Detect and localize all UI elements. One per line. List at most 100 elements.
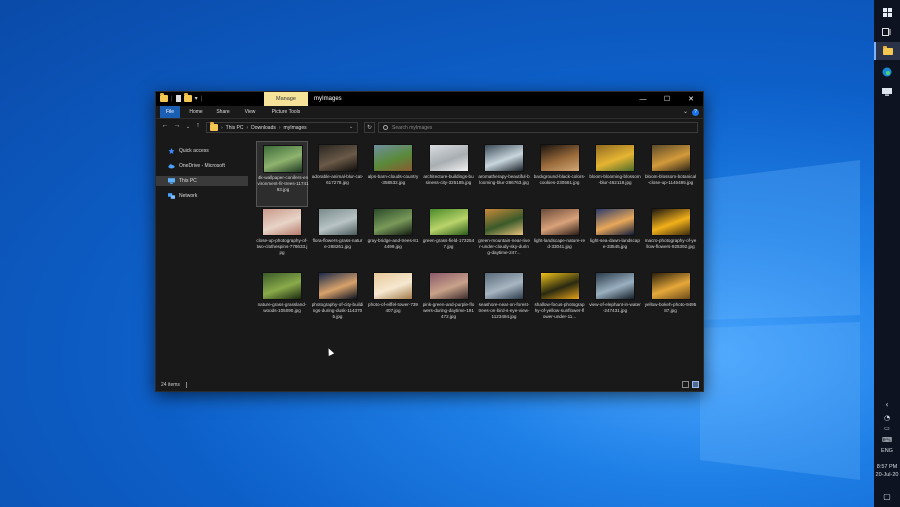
- file-item[interactable]: photography-of-city-buildings-during-dus…: [312, 269, 364, 335]
- breadcrumb-separator: ›: [278, 124, 281, 131]
- image-thumbnail: [373, 208, 413, 236]
- title-bar[interactable]: | ▾ | Manage myImages — ☐ ✕: [156, 92, 703, 106]
- clock-time[interactable]: 8:57 PM: [874, 464, 900, 471]
- file-name: green-mountain-near-river-under-cloudy-s…: [478, 238, 530, 255]
- task-view-icon[interactable]: [874, 22, 900, 42]
- back-icon[interactable]: ←: [160, 122, 170, 129]
- language-indicator[interactable]: ENG: [874, 448, 900, 455]
- refresh-icon[interactable]: ↻: [364, 122, 375, 133]
- address-dropdown-icon[interactable]: ⌄: [349, 124, 353, 130]
- image-thumbnail: [484, 272, 524, 300]
- file-item[interactable]: bloom-blooming-blossom-blur-462118.jpg: [589, 141, 641, 207]
- image-thumbnail: [539, 144, 580, 172]
- file-item[interactable]: background-black-colors-cookies-230581.j…: [534, 141, 586, 207]
- nav-item-this-pc[interactable]: This PC: [156, 176, 248, 186]
- notifications-icon[interactable]: ▢: [874, 486, 900, 506]
- keyboard-icon[interactable]: ⌨: [874, 430, 900, 450]
- image-thumbnail: [650, 144, 691, 172]
- file-item[interactable]: 4k-wallpaper-conifers-environment-fir-tr…: [256, 141, 309, 207]
- file-name: pink-green-and-purple-flowers-during-day…: [422, 302, 475, 319]
- minimize-icon[interactable]: —: [631, 92, 655, 106]
- file-item[interactable]: shallow-focus-photography-of-yellow-sunf…: [534, 269, 586, 335]
- file-item[interactable]: light-sea-dawn-landscape-33545.jpg: [589, 205, 641, 271]
- file-item[interactable]: adorable-animal-blur-cat-617278.jpg: [312, 141, 364, 207]
- edge-icon[interactable]: [874, 62, 900, 82]
- breadcrumb-separator: ›: [221, 124, 223, 131]
- separator: |: [171, 95, 173, 102]
- file-name: green-grass-field-1732547.jpg: [422, 238, 475, 249]
- recent-locations-icon[interactable]: ⌄: [183, 124, 193, 130]
- separator: |: [200, 95, 203, 102]
- file-item[interactable]: seashore-near-on-forest-trees-on-bird-s-…: [478, 269, 530, 335]
- file-item[interactable]: bloom-blossom-botanical-close-up-1146485…: [645, 141, 697, 207]
- large-icons-view-icon[interactable]: [692, 381, 699, 388]
- file-item[interactable]: photo-of-eiffel-tower-739407.jpg: [367, 269, 419, 335]
- nav-item-network[interactable]: Network: [156, 191, 248, 201]
- file-item[interactable]: architecture-buildings-business-city-325…: [423, 141, 475, 207]
- monitor-icon[interactable]: [874, 82, 900, 102]
- search-input[interactable]: [392, 124, 592, 131]
- file-name: adorable-animal-blur-cat-617278.jpg: [311, 174, 364, 185]
- forward-icon[interactable]: →: [172, 122, 182, 129]
- file-item[interactable]: alps-barn-clouds-country-358532.jpg: [367, 141, 419, 207]
- file-explorer-icon[interactable]: [874, 42, 900, 60]
- image-thumbnail: [595, 144, 635, 172]
- file-item[interactable]: yellow-bokeh-photo-949587.jpg: [645, 269, 697, 335]
- up-icon[interactable]: ↑: [193, 122, 203, 129]
- file-item[interactable]: green-mountain-near-river-under-cloudy-s…: [478, 205, 530, 271]
- file-name: seashore-near-on-forest-trees-on-bird-s-…: [478, 302, 530, 319]
- breadcrumb-myimages[interactable]: myImages: [284, 125, 307, 131]
- nav-item-onedrive[interactable]: OneDrive - Microsoft: [156, 161, 248, 171]
- breadcrumb-downloads[interactable]: Downloads: [251, 125, 276, 131]
- file-name: yellow-bokeh-photo-949587.jpg: [644, 302, 697, 313]
- maximize-icon[interactable]: ☐: [655, 92, 679, 106]
- address-bar[interactable]: › This PC › Downloads › myImages: [206, 122, 358, 133]
- file-name: architecture-buildings-business-city-325…: [423, 174, 474, 185]
- new-folder-icon[interactable]: [183, 93, 192, 102]
- close-icon[interactable]: ✕: [679, 92, 703, 106]
- tab-file[interactable]: File: [160, 106, 180, 118]
- search-box[interactable]: [378, 122, 698, 133]
- manage-tab[interactable]: Manage: [264, 92, 308, 106]
- file-explorer-window[interactable]: | ▾ | Manage myImages — ☐ ✕ File Home Sh…: [155, 91, 704, 392]
- nav-label: Network: [179, 193, 198, 199]
- nav-label: Quick access: [179, 148, 209, 154]
- clock-date[interactable]: 20-Jul-20: [874, 472, 900, 479]
- image-thumbnail: [428, 144, 469, 172]
- image-thumbnail: [484, 144, 524, 172]
- file-item[interactable]: view-of-elephant-in-water-247431.jpg: [589, 269, 641, 335]
- details-view-icon[interactable]: [682, 381, 689, 388]
- ribbon-right: ⌄ ?: [683, 108, 699, 116]
- file-name: nature-grass-grassland-woods-105090.jpg: [257, 302, 307, 313]
- file-item[interactable]: gray-bridge-and-trees-814499.jpg: [367, 205, 419, 271]
- tab-share[interactable]: Share: [212, 106, 234, 118]
- breadcrumb-separator: ›: [246, 124, 249, 131]
- file-item[interactable]: close-up-photography-of-two-clothespins-…: [256, 205, 308, 271]
- file-grid: 4k-wallpaper-conifers-environment-fir-tr…: [252, 138, 700, 380]
- pc-icon: [168, 178, 175, 184]
- file-item[interactable]: nature-grass-grassland-woods-105090.jpg: [256, 269, 308, 335]
- nav-item-quick-access[interactable]: Quick access: [156, 146, 248, 156]
- expand-ribbon-icon[interactable]: ⌄: [683, 108, 688, 116]
- image-thumbnail: [262, 272, 302, 300]
- image-thumbnail: [595, 272, 635, 300]
- file-item[interactable]: green-grass-field-1732547.jpg: [423, 205, 475, 271]
- file-item[interactable]: pink-green-and-purple-flowers-during-day…: [423, 269, 475, 335]
- image-thumbnail: [317, 208, 358, 236]
- tab-home[interactable]: Home: [186, 106, 206, 118]
- windows-start-icon[interactable]: [874, 2, 900, 22]
- tab-picture-tools[interactable]: Picture Tools: [264, 106, 308, 118]
- address-row: ← → ⌄ ↑ › This PC › Downloads › myImages…: [156, 119, 703, 137]
- tab-view[interactable]: View: [240, 106, 260, 118]
- breadcrumb-this-pc[interactable]: This PC: [226, 125, 244, 131]
- file-item[interactable]: macro-photography-of-yellow-flowers-9253…: [645, 205, 697, 271]
- file-item[interactable]: flora-flowers-grass-nature-268261.jpg: [312, 205, 364, 271]
- help-icon[interactable]: ?: [692, 108, 699, 116]
- file-item[interactable]: aromatherapy-beautiful-blooming-blur-286…: [478, 141, 530, 207]
- properties-icon[interactable]: [175, 95, 181, 102]
- taskbar: ‹ ◔ ▭ ⌨ ENG 8:57 PM 20-Jul-20 ▢: [874, 0, 900, 507]
- qat-dropdown-icon[interactable]: ▾: [195, 95, 198, 102]
- file-item[interactable]: light-landscape-nature-red-33041.jpg: [534, 205, 586, 271]
- image-thumbnail: [428, 272, 469, 300]
- folder-icon: [210, 122, 218, 131]
